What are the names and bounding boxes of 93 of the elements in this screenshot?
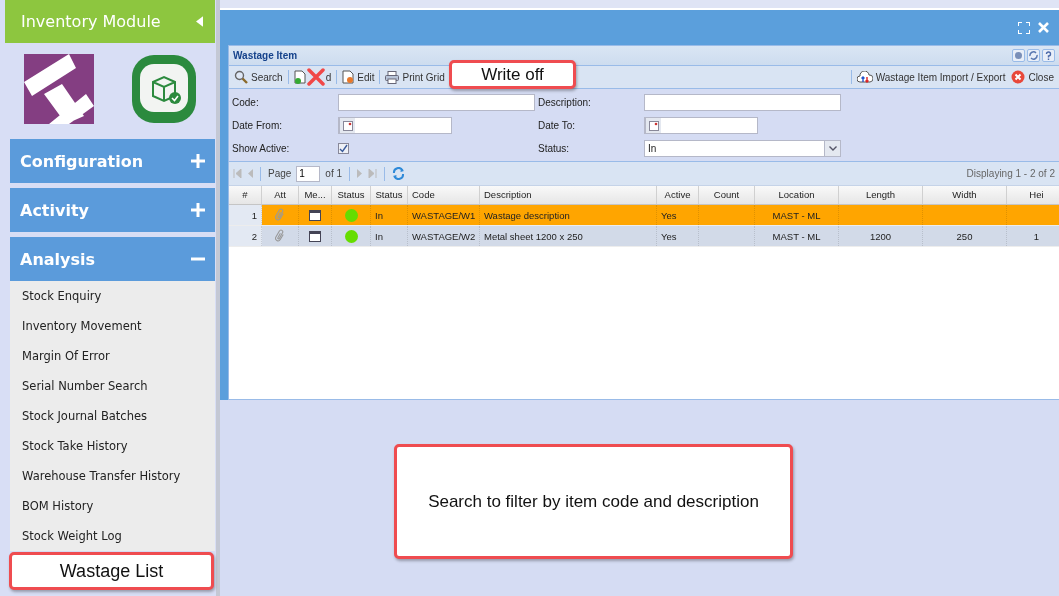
table-cell: MAST - ML: [755, 226, 839, 246]
checkbox[interactable]: [338, 143, 349, 154]
import-export-button[interactable]: Wastage Item Import / Export: [853, 70, 1009, 84]
help-icon[interactable]: [1042, 49, 1055, 62]
field-label: Code:: [232, 97, 260, 108]
menu-item[interactable]: Stock Take History: [10, 431, 215, 461]
column-header[interactable]: Status: [371, 186, 408, 205]
column-header[interactable]: Location: [755, 186, 839, 205]
last-page-icon[interactable]: [368, 169, 378, 178]
table-cell: 250: [923, 226, 1007, 246]
menu-item[interactable]: Stock Weight Log: [10, 521, 215, 551]
date-field[interactable]: [644, 117, 758, 134]
callout-label: Write off: [449, 60, 576, 89]
document-icon: [342, 70, 355, 84]
column-header[interactable]: #: [229, 186, 262, 205]
row-number: 1: [229, 205, 262, 225]
close-icon: [1011, 70, 1026, 84]
search-icon: [234, 70, 248, 84]
calendar-icon[interactable]: [309, 209, 321, 221]
refresh-icon[interactable]: [392, 167, 406, 180]
column-header[interactable]: Length: [839, 186, 923, 205]
calendar-icon[interactable]: [309, 230, 321, 242]
table-cell: Metal sheet 1200 x 250: [480, 226, 657, 246]
plus-icon: [191, 154, 205, 168]
maximize-icon[interactable]: [1018, 21, 1030, 34]
menu-item[interactable]: Stock Enquiry: [10, 281, 215, 311]
table-cell: Yes: [657, 226, 699, 246]
next-page-icon[interactable]: [357, 169, 364, 178]
edit-button[interactable]: Edit: [339, 69, 378, 85]
field-label: Date From:: [232, 120, 283, 131]
field-label: Date To:: [538, 120, 577, 131]
table-cell: 1: [1007, 226, 1059, 246]
panel-title: Wastage Item: [233, 50, 298, 61]
collapse-icon[interactable]: [196, 16, 203, 27]
table-row[interactable]: 2 In WASTAGE/W2 Metal sheet 1200 x 250 Yes MAST - ML 1200 250 1: [229, 226, 1059, 247]
table-cell: Yes: [657, 205, 699, 225]
table-cell: WASTAGE/W2: [408, 226, 480, 246]
table-cell: In: [371, 205, 408, 225]
cloud-icon: [856, 71, 873, 83]
page-field[interactable]: 1: [296, 165, 321, 182]
print-button[interactable]: Print Grid: [382, 69, 448, 85]
printer-icon: [385, 70, 400, 84]
text-field[interactable]: [644, 94, 841, 111]
field-label: Status:: [538, 143, 571, 154]
paperclip-icon[interactable]: [275, 208, 285, 222]
page-count: of 1: [325, 168, 343, 179]
paperclip-icon[interactable]: [275, 229, 285, 243]
menu-item[interactable]: Stock Journal Batches: [10, 401, 215, 431]
column-header[interactable]: Status: [332, 186, 371, 205]
menu-item[interactable]: Inventory Movement: [10, 311, 215, 341]
module-title: Inventory Module: [21, 12, 161, 31]
display-count: Displaying 1 - 2 of 2: [966, 168, 1055, 179]
menu-item[interactable]: Serial Number Search: [10, 371, 215, 401]
package-app-icon: [130, 54, 197, 124]
text-field[interactable]: [338, 94, 535, 111]
page-label: Page: [268, 168, 292, 179]
menu-item[interactable]: Margin Of Error: [10, 341, 215, 371]
table-cell: 1200: [839, 226, 923, 246]
previous-page-icon[interactable]: [247, 169, 253, 178]
close-icon[interactable]: [1038, 22, 1049, 33]
column-header[interactable]: Att: [262, 186, 299, 205]
field-label: Description:: [538, 97, 592, 108]
column-header[interactable]: Description: [480, 186, 657, 205]
first-page-icon[interactable]: [233, 169, 242, 178]
row-number: 2: [229, 226, 262, 246]
column-header[interactable]: Code: [408, 186, 480, 205]
close-button[interactable]: Close: [1008, 69, 1057, 85]
callout-note: Search to filter by item code and description: [394, 444, 793, 559]
column-header[interactable]: Active: [657, 186, 699, 205]
calendar-icon[interactable]: [342, 120, 353, 131]
column-header[interactable]: Hei: [1007, 186, 1059, 205]
plus-icon: [191, 203, 205, 217]
menu-item[interactable]: BOM History: [10, 491, 215, 521]
table-row[interactable]: 1 In WASTAGE/W1 Wastage description Yes MAST - ML: [229, 205, 1059, 226]
table-cell: Wastage description: [480, 205, 657, 225]
logo-icon: [23, 54, 94, 124]
search-button[interactable]: Search: [231, 69, 286, 85]
column-header[interactable]: Count: [699, 186, 755, 205]
callout-label: Wastage List: [9, 552, 214, 590]
calendar-icon[interactable]: [648, 120, 659, 131]
status-dropdown[interactable]: In: [644, 140, 841, 157]
settings-icon[interactable]: [1012, 49, 1025, 62]
date-field[interactable]: [338, 117, 452, 134]
column-header[interactable]: Me...: [299, 186, 332, 205]
table-cell: MAST - ML: [755, 205, 839, 225]
menu-item[interactable]: Warehouse Transfer History: [10, 461, 215, 491]
field-label: Show Active:: [232, 143, 291, 154]
add-button[interactable]: d: [290, 67, 335, 87]
column-header[interactable]: Width: [923, 186, 1007, 205]
document-icon: [293, 70, 306, 84]
table-cell: WASTAGE/W1: [408, 205, 480, 225]
table-cell: In: [371, 226, 408, 246]
refresh-icon[interactable]: [1027, 49, 1040, 62]
